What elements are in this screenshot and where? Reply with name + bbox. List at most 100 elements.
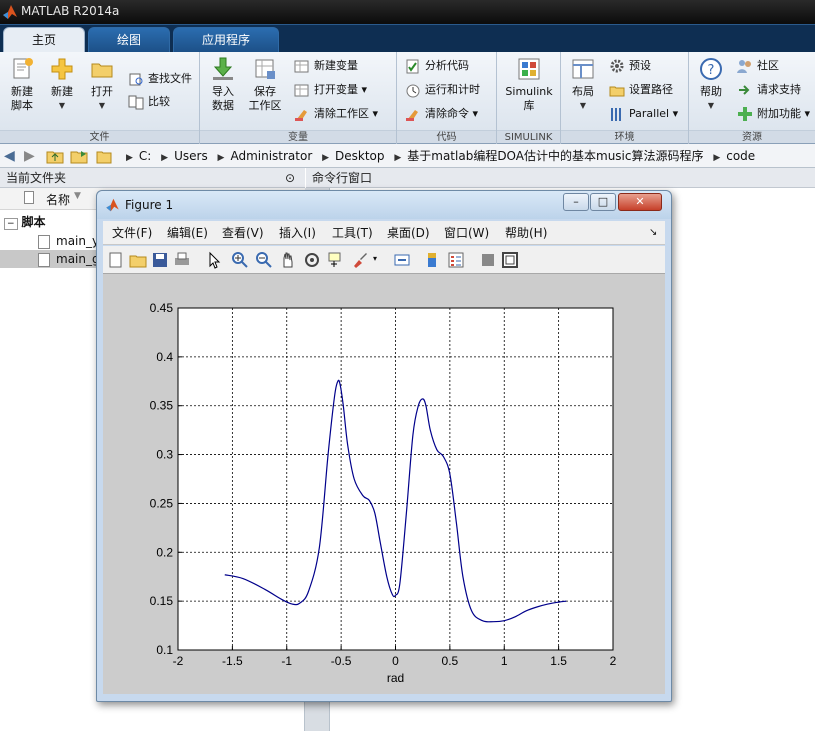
matlab-logo-icon [3, 5, 17, 19]
set-path-icon [609, 86, 625, 97]
rotate-3d-icon[interactable] [303, 251, 321, 269]
request-support-icon [739, 85, 750, 95]
m-file-icon [38, 252, 50, 267]
layout-button[interactable]: 布局 ▼ [563, 56, 603, 113]
analyze-code-button[interactable]: 分析代码 [405, 57, 469, 75]
set-path-button[interactable]: 设置路径 [609, 81, 673, 99]
breadcrumb-segment[interactable]: 基于matlab编程DOA估计中的基本music算法源码程序 [407, 149, 703, 163]
matlab-figure-icon [106, 198, 119, 212]
breadcrumb-segment[interactable]: code [726, 149, 755, 163]
new-script-button[interactable]: 新建 脚本 [2, 56, 42, 113]
folder-icon [96, 151, 112, 164]
tab-home[interactable]: 主页 [3, 27, 85, 53]
x-tick-label: 1.5 [550, 654, 567, 668]
menu-tools[interactable]: 工具(T) [332, 225, 373, 241]
x-tick-label: 1 [501, 654, 508, 668]
parallel-icon [611, 108, 621, 121]
panel-menu-icon[interactable]: ⊙ [285, 168, 295, 188]
import-data-button[interactable]: 导入 数据 [203, 56, 243, 113]
figure-menu-bar: 文件(F) 编辑(E) 查看(V) 插入(I) 工具(T) 桌面(D) 窗口(W… [103, 221, 665, 245]
figure-title-bar[interactable]: Figure 1 – □ ✕ [97, 191, 671, 219]
y-tick-label: 0.15 [150, 594, 174, 608]
compare-button[interactable]: 比较 [128, 93, 170, 111]
back-arrow-icon[interactable]: ◀ [4, 148, 15, 164]
name-column-label: 名称 [46, 193, 71, 207]
x-tick-label: 2 [610, 654, 617, 668]
menu-desktop[interactable]: 桌面(D) [387, 225, 430, 241]
legend-icon[interactable] [447, 251, 465, 269]
y-tick-label: 0.35 [150, 399, 174, 413]
new-variable-button[interactable]: 新建变量 [294, 57, 358, 75]
pointer-icon[interactable] [205, 251, 223, 269]
link-plot-icon[interactable] [393, 251, 411, 269]
zoom-in-icon[interactable] [231, 251, 249, 269]
file-icon [24, 191, 34, 204]
open-button[interactable]: 打开 ▼ [82, 56, 122, 113]
file-item[interactable]: main_y [38, 232, 99, 250]
brush-dropdown-icon[interactable]: ▾ [373, 254, 377, 263]
simulink-library-button[interactable]: Simulink 库 [502, 56, 556, 113]
find-files-icon [129, 73, 143, 86]
svg-text:?: ? [708, 63, 715, 78]
community-button[interactable]: 社区 [737, 57, 779, 75]
clear-workspace-button[interactable]: 清除工作区 ▾ [294, 105, 378, 123]
dock-arrow-icon[interactable]: ↘ [649, 225, 657, 241]
line-plot[interactable]: -2 -1.5 -1 -0.5 0 0.5 1 1.5 2 0.1 0.15 0.2 0.25 0.3 0.… [103, 274, 665, 694]
menu-window[interactable]: 窗口(W) [444, 225, 489, 241]
up-folder-icon[interactable] [46, 148, 64, 164]
preferences-button[interactable]: 预设 [609, 57, 651, 75]
parallel-button[interactable]: Parallel ▾ [609, 105, 678, 123]
show-plot-tools-icon[interactable] [501, 251, 519, 269]
collapse-icon[interactable]: − [4, 218, 18, 230]
figure-canvas: -2 -1.5 -1 -0.5 0 0.5 1 1.5 2 0.1 0.15 0.2 0.25 0.3 0.… [103, 274, 665, 694]
clear-workspace-icon [295, 110, 307, 121]
addons-button[interactable]: 附加功能 ▾ [737, 105, 810, 123]
file-item-selected[interactable]: main_g [38, 250, 100, 268]
hide-plot-tools-icon[interactable] [479, 251, 497, 269]
breadcrumb-segment[interactable]: Desktop [335, 149, 385, 163]
addons-plus-icon [738, 107, 752, 121]
pan-hand-icon[interactable] [279, 251, 297, 269]
variable-group: 导入 数据 保存 工作区 新建变量 打开变量 ▾ 清除工作区 ▾ 变量 [200, 52, 397, 144]
menu-insert[interactable]: 插入(I) [279, 225, 316, 241]
tab-plots[interactable]: 绘图 [88, 27, 170, 53]
clear-commands-button[interactable]: 清除命令 ▾ [405, 105, 478, 123]
colorbar-icon[interactable] [423, 251, 441, 269]
new-figure-icon[interactable] [107, 251, 125, 269]
x-tick-label: -2 [173, 654, 184, 668]
breadcrumb-segment[interactable]: C: [139, 149, 151, 163]
ribbon-tab-strip: 主页 绘图 应用程序 [0, 24, 815, 53]
help-icon: ? [700, 58, 722, 80]
help-button[interactable]: ? 帮助 ▼ [691, 56, 731, 113]
menu-file[interactable]: 文件(F) [112, 225, 152, 241]
menu-view[interactable]: 查看(V) [222, 225, 264, 241]
save-icon[interactable] [151, 251, 169, 269]
open-variable-button[interactable]: 打开变量 ▾ [294, 81, 367, 99]
brush-icon[interactable] [351, 251, 369, 269]
request-support-button[interactable]: 请求支持 [737, 81, 801, 99]
minimize-button[interactable]: – [563, 193, 589, 211]
save-workspace-button[interactable]: 保存 工作区 [245, 56, 285, 113]
open-file-icon[interactable] [129, 251, 147, 269]
tab-apps[interactable]: 应用程序 [173, 27, 279, 53]
breadcrumb-segment[interactable]: Users [174, 149, 208, 163]
zoom-out-icon[interactable] [255, 251, 273, 269]
new-button[interactable]: 新建 ▼ [42, 56, 82, 113]
browse-folder-icon[interactable] [70, 148, 88, 164]
close-button[interactable]: ✕ [618, 193, 662, 211]
run-and-time-button[interactable]: 运行和计时 [405, 81, 480, 99]
breadcrumb-segment[interactable]: Administrator [230, 149, 312, 163]
menu-edit[interactable]: 编辑(E) [167, 225, 208, 241]
address-bar: ◀ ▶ ▶ C: ▶ Users ▶ Administrator ▶ Desktop ▶… [0, 144, 815, 168]
menu-help[interactable]: 帮助(H) [505, 225, 547, 241]
y-tick-label: 0.2 [156, 545, 173, 559]
restore-button[interactable]: □ [590, 193, 616, 211]
data-cursor-icon[interactable] [327, 251, 345, 269]
print-icon[interactable] [173, 251, 191, 269]
forward-arrow-icon[interactable]: ▶ [24, 148, 35, 164]
find-files-button[interactable]: 查找文件 [128, 70, 192, 88]
ribbon: 新建脚本 新建▼ 打开▼ 查找文件 比较 文件 导入数据 保存工作区 [0, 52, 815, 144]
figure-title: Figure 1 [125, 198, 174, 212]
simulink-group: Simulink 库 SIMULINK [497, 52, 561, 144]
folder-scripts[interactable]: − 脚本 [4, 213, 46, 231]
